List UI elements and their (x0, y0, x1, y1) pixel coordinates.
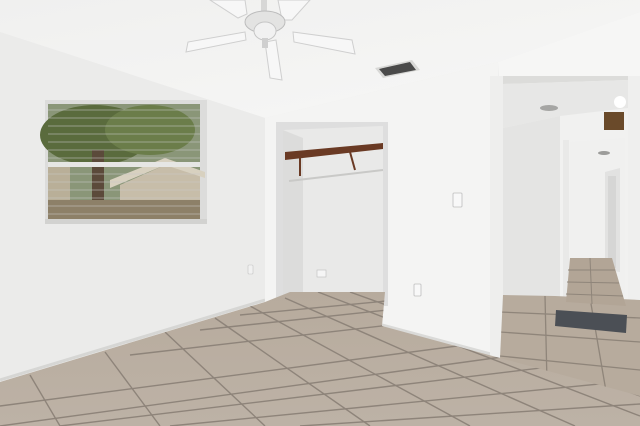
light-switch-icon (452, 192, 463, 208)
closet (276, 122, 388, 306)
empty-bedroom-photo (0, 0, 640, 426)
electrical-outlet-icon (247, 264, 254, 275)
room-illustration (0, 0, 640, 426)
ceiling-light-icon (540, 105, 558, 111)
light-fixture (604, 112, 624, 130)
electrical-outlet-icon (413, 283, 422, 297)
electrical-outlet-icon (316, 269, 327, 278)
window (40, 100, 207, 224)
